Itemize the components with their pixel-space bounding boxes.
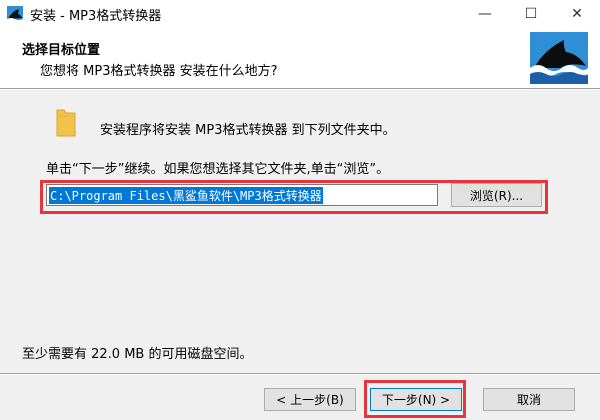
minimize-button[interactable]: — [462, 0, 508, 28]
window-title: 安装 - MP3格式转换器 [30, 9, 162, 24]
page-subtitle: 您想将 MP3格式转换器 安装在什么地方? [40, 64, 278, 79]
header-divider [0, 89, 600, 90]
close-button[interactable]: ✕ [554, 0, 600, 28]
next-highlight-box [364, 380, 466, 418]
instruction-text: 单击“下一步”继续。如果您想选择其它文件夹,单击“浏览”。 [46, 162, 390, 177]
install-info-text: 安装程序将安装 MP3格式转换器 到下列文件夹中。 [100, 123, 396, 138]
page-title: 选择目标位置 [22, 43, 101, 58]
footer-divider-light [0, 374, 600, 375]
path-highlight-box [40, 180, 548, 214]
title-bar: 安装 - MP3格式转换器 — ☐ ✕ [0, 0, 600, 28]
disk-space-text: 至少需要有 22.0 MB 的可用磁盘空间。 [22, 347, 253, 362]
cancel-button[interactable]: 取消 [483, 388, 575, 411]
app-icon [7, 6, 23, 22]
maximize-button[interactable]: ☐ [508, 0, 554, 28]
folder-icon [56, 109, 76, 137]
shark-logo-icon [530, 32, 588, 84]
wizard-header: 选择目标位置 您想将 MP3格式转换器 安装在什么地方? [0, 28, 600, 89]
back-button[interactable]: < 上一步(B) [264, 388, 356, 411]
